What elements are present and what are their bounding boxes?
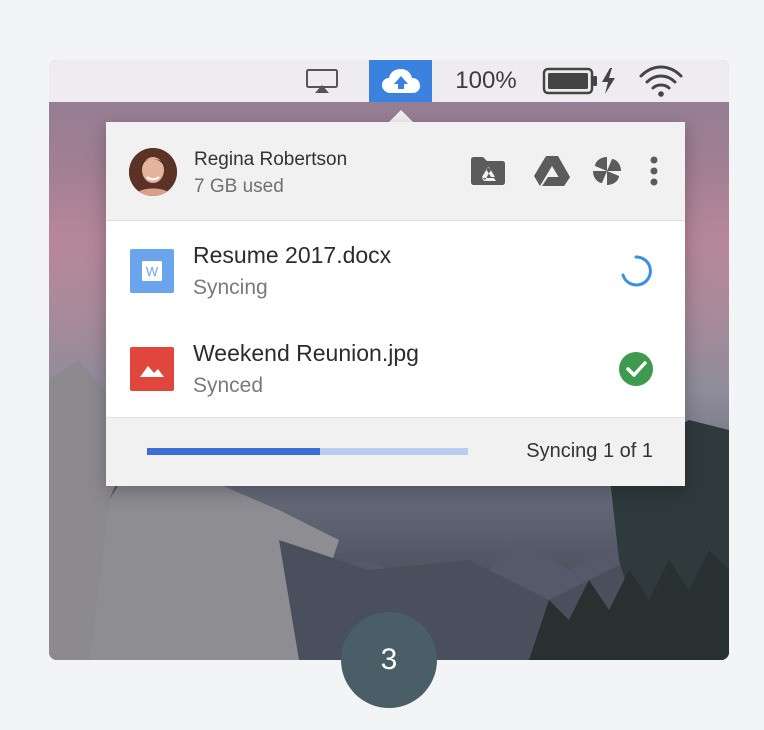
- open-folder-icon[interactable]: [468, 151, 508, 191]
- sync-progress-fill: [147, 448, 321, 455]
- sync-footer: Syncing 1 of 1: [106, 418, 685, 486]
- sync-count: Syncing 1 of 1: [526, 440, 653, 462]
- image-file-icon: [130, 347, 174, 391]
- list-item[interactable]: W Resume 2017.docx Syncing: [106, 221, 685, 320]
- charging-bolt-icon: [602, 68, 615, 94]
- google-drive-icon[interactable]: [532, 151, 572, 191]
- google-photos-icon[interactable]: [587, 151, 627, 191]
- file-name: Weekend Reunion.jpg: [193, 340, 419, 366]
- file-status: Synced: [193, 374, 264, 397]
- list-item[interactable]: Weekend Reunion.jpg Synced: [106, 319, 685, 418]
- storage-usage: 7 GB used: [194, 176, 284, 197]
- more-vert-icon[interactable]: [634, 151, 674, 191]
- sync-progress-bar: [147, 448, 468, 455]
- backup-sync-popover: Regina Robertson 7 GB used W Resume 2017…: [106, 122, 685, 486]
- drive-cloud-icon[interactable]: [369, 60, 432, 102]
- battery-icon[interactable]: [541, 60, 621, 102]
- airplay-icon[interactable]: [304, 60, 340, 102]
- synced-check-icon: [619, 352, 653, 386]
- step-number-badge: 3: [341, 612, 437, 708]
- svg-text:W: W: [146, 264, 159, 279]
- battery-percent[interactable]: 100%: [451, 60, 521, 102]
- file-name: Resume 2017.docx: [193, 242, 392, 268]
- account-name: Regina Robertson: [194, 149, 348, 170]
- avatar[interactable]: [129, 148, 177, 196]
- syncing-spinner-icon: [621, 255, 652, 287]
- mac-menubar: 100%: [49, 60, 729, 102]
- file-status: Syncing: [193, 276, 268, 299]
- word-doc-icon: W: [130, 249, 174, 293]
- wifi-icon[interactable]: [637, 60, 685, 102]
- account-header: Regina Robertson 7 GB used: [106, 122, 685, 221]
